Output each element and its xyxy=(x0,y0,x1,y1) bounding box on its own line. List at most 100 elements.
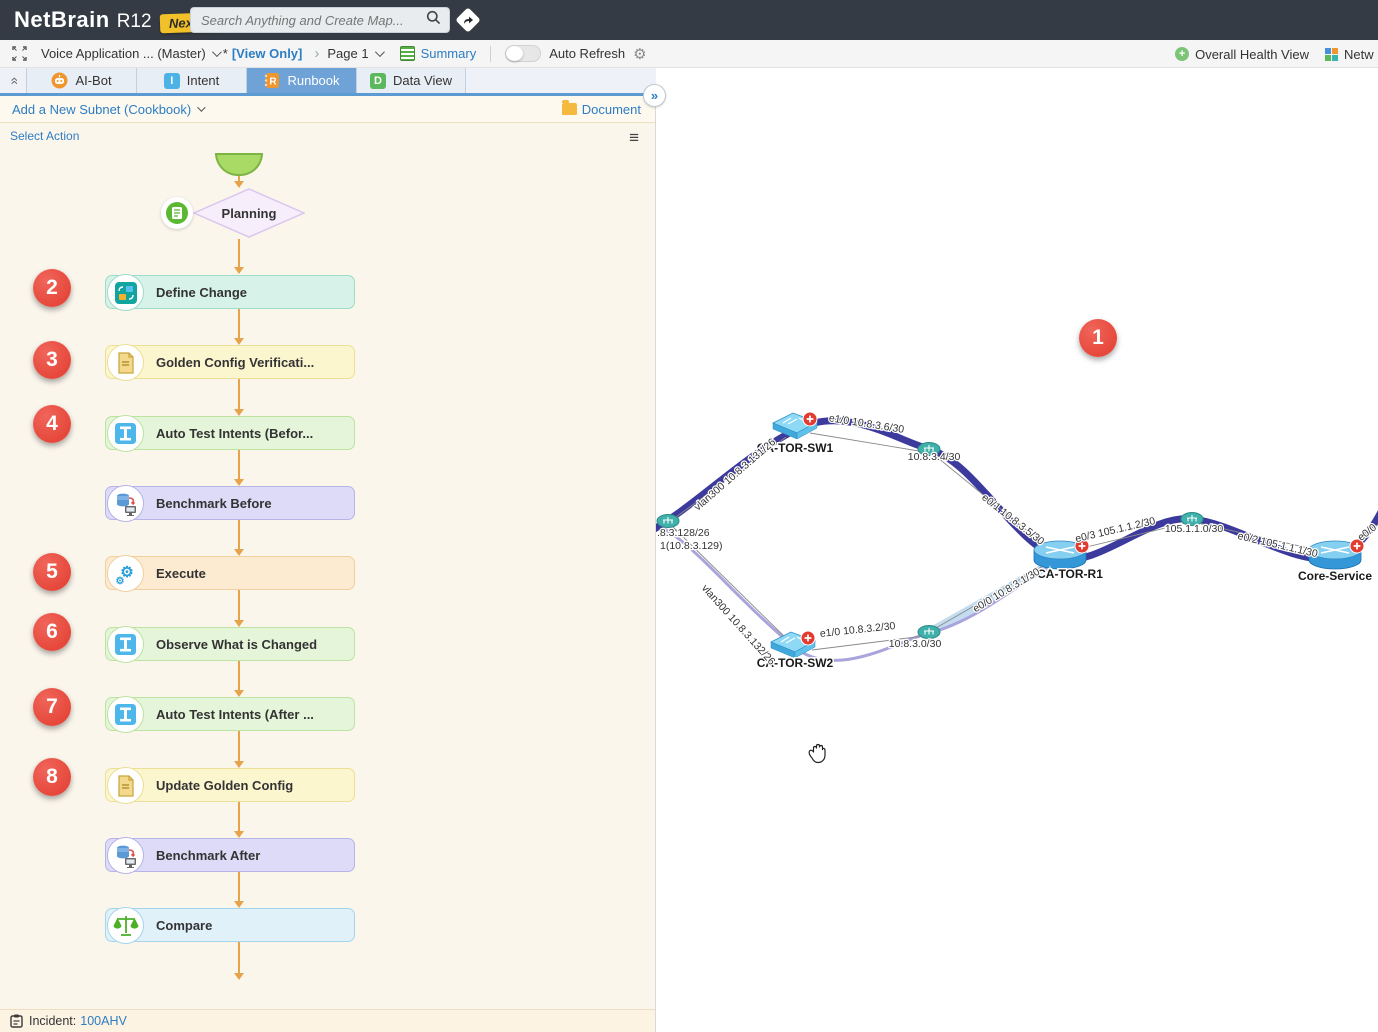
flow-arrowhead xyxy=(234,973,244,980)
media-node-icon[interactable] xyxy=(657,515,679,528)
device-label: Core-Service xyxy=(1298,569,1372,583)
alert-plus-icon xyxy=(803,412,817,426)
link-label: e0/0 10.8.3.1/30 xyxy=(971,566,1042,615)
page-selector[interactable]: Page 1 xyxy=(327,46,368,61)
map-title-chevron-icon[interactable] xyxy=(212,47,222,57)
annotation-badge-8: 8 xyxy=(33,758,71,796)
summary-link[interactable]: Summary xyxy=(421,46,477,61)
alert-plus-icon xyxy=(801,631,815,645)
folder-icon xyxy=(562,103,577,115)
global-search[interactable] xyxy=(190,7,450,33)
modified-star: * xyxy=(223,46,228,61)
runbook-step-auto-test-intents-befor[interactable]: Auto Test Intents (Befor... xyxy=(105,416,355,450)
logo-version: R12 xyxy=(117,11,152,33)
benchmark-icon xyxy=(107,485,144,522)
map-canvas[interactable]: CA-TOR-SW1CA-TOR-SW2CA-TOR-R1Core-Servic… xyxy=(656,68,1378,1032)
step-label: Auto Test Intents (After ... xyxy=(156,707,314,722)
runbook-icon: R xyxy=(263,72,280,89)
netbrain-app: NetBrain R12 Next-Gen Voice Application … xyxy=(0,0,1378,1032)
page-chevron-icon[interactable] xyxy=(375,47,385,57)
incident-icon xyxy=(10,1014,23,1028)
link-label: e1/0 10.8.3.2/30 xyxy=(819,620,896,640)
top-bar: NetBrain R12 Next-Gen xyxy=(0,0,1378,40)
auto-refresh-settings-icon[interactable]: ⚙ xyxy=(633,45,646,63)
annotation-badge-1: 1 xyxy=(1079,319,1117,357)
summary-icon[interactable] xyxy=(400,46,415,61)
flow-arrowhead xyxy=(234,479,244,486)
breadcrumb-separator: › xyxy=(314,45,319,62)
data-view-icon: D xyxy=(370,73,386,89)
network-grid-icon[interactable] xyxy=(1325,48,1338,61)
tab-data-view[interactable]: D Data View xyxy=(356,68,466,93)
flow-arrowhead xyxy=(234,338,244,345)
panel-tabs: » AI-Bot I Intent R Runbook D Data View xyxy=(0,68,656,96)
runbook-step-update-golden-config[interactable]: Update Golden Config xyxy=(105,768,355,802)
ai-bot-icon xyxy=(51,72,68,89)
flow-arrow xyxy=(238,309,240,338)
svg-text:R: R xyxy=(270,77,278,88)
map-title[interactable]: Voice Application ... (Master) xyxy=(41,46,206,61)
planning-label: Planning xyxy=(193,188,305,238)
tab-runbook[interactable]: R Runbook xyxy=(246,68,356,93)
flow-arrow xyxy=(238,802,240,831)
step-label: Benchmark After xyxy=(156,848,260,863)
runbook-step-auto-test-intents-after[interactable]: Auto Test Intents (After ... xyxy=(105,697,355,731)
add-subnet-dropdown[interactable]: Add a New Subnet (Cookbook) xyxy=(12,102,203,117)
flow-arrow xyxy=(238,590,240,620)
flow-arrowhead xyxy=(234,620,244,627)
tab-intent[interactable]: I Intent xyxy=(136,68,246,93)
search-input[interactable] xyxy=(191,13,426,28)
intent-icon xyxy=(107,415,144,452)
link-label: .8.3.128/26 xyxy=(657,527,710,539)
overall-health-link[interactable]: Overall Health View xyxy=(1195,47,1309,62)
collapse-panel-icon[interactable]: » xyxy=(0,68,26,93)
flow-arrow xyxy=(238,239,240,267)
runbook-step-benchmark-before[interactable]: Benchmark Before xyxy=(105,486,355,520)
step-label: Benchmark Before xyxy=(156,496,272,511)
document-link[interactable]: Document xyxy=(562,102,641,117)
incident-id-link[interactable]: 100AHV xyxy=(80,1014,127,1028)
runbook-step-execute[interactable]: ⚙⚙ Execute xyxy=(105,556,355,590)
runbook-step-observe-what-is-changed[interactable]: Observe What is Changed xyxy=(105,627,355,661)
search-icon[interactable] xyxy=(426,10,441,30)
step-label: Execute xyxy=(156,566,206,581)
chevron-down-icon xyxy=(197,103,205,111)
menu-icon[interactable]: ≡ xyxy=(629,128,639,148)
tab-label: Runbook xyxy=(287,73,339,88)
step-label: Define Change xyxy=(156,285,247,300)
auto-refresh-toggle[interactable] xyxy=(505,45,541,62)
view-only-label[interactable]: [View Only] xyxy=(232,46,303,61)
link-label: e0/2 105.1.1.1/30 xyxy=(1236,530,1318,560)
flow-start-node[interactable] xyxy=(215,153,263,176)
runbook-step-define-change[interactable]: Define Change xyxy=(105,275,355,309)
link-label: 1(10.8.3.129) xyxy=(660,540,722,552)
select-action-link[interactable]: Select Action xyxy=(10,129,79,143)
runbook-step-golden-config-verificati[interactable]: Golden Config Verificati... xyxy=(105,345,355,379)
map-toolbar: Voice Application ... (Master) * [View O… xyxy=(0,40,1378,68)
execute-icon: ⚙⚙ xyxy=(107,555,144,592)
annotation-badge-7: 7 xyxy=(33,688,71,726)
flow-arrow xyxy=(238,942,240,973)
share-map-icon[interactable] xyxy=(455,7,480,32)
overall-health-icon[interactable]: + xyxy=(1175,47,1189,61)
step-label: Golden Config Verificati... xyxy=(156,355,314,370)
flow-arrow xyxy=(238,872,240,901)
expand-panel-icon[interactable]: » xyxy=(643,84,666,107)
doc-icon xyxy=(107,767,144,804)
tab-ai-bot[interactable]: AI-Bot xyxy=(26,68,136,93)
step-label: Observe What is Changed xyxy=(156,637,317,652)
tab-label: AI-Bot xyxy=(75,73,111,88)
flow-arrow xyxy=(238,520,240,549)
intent-icon xyxy=(107,696,144,733)
flow-arrowhead xyxy=(234,831,244,838)
divider xyxy=(490,46,491,62)
link-label: 10.8.3.4/30 xyxy=(908,451,961,463)
runbook-step-compare[interactable]: Compare xyxy=(105,908,355,942)
runbook-step-benchmark-after[interactable]: Benchmark After xyxy=(105,838,355,872)
network-link[interactable]: Netw xyxy=(1344,47,1378,62)
fit-screen-icon[interactable] xyxy=(12,46,27,61)
flow-planning-diamond[interactable]: Planning xyxy=(193,188,305,238)
step-label: Update Golden Config xyxy=(156,778,293,793)
media-node-icon[interactable] xyxy=(918,626,940,639)
flow-arrow xyxy=(238,450,240,479)
